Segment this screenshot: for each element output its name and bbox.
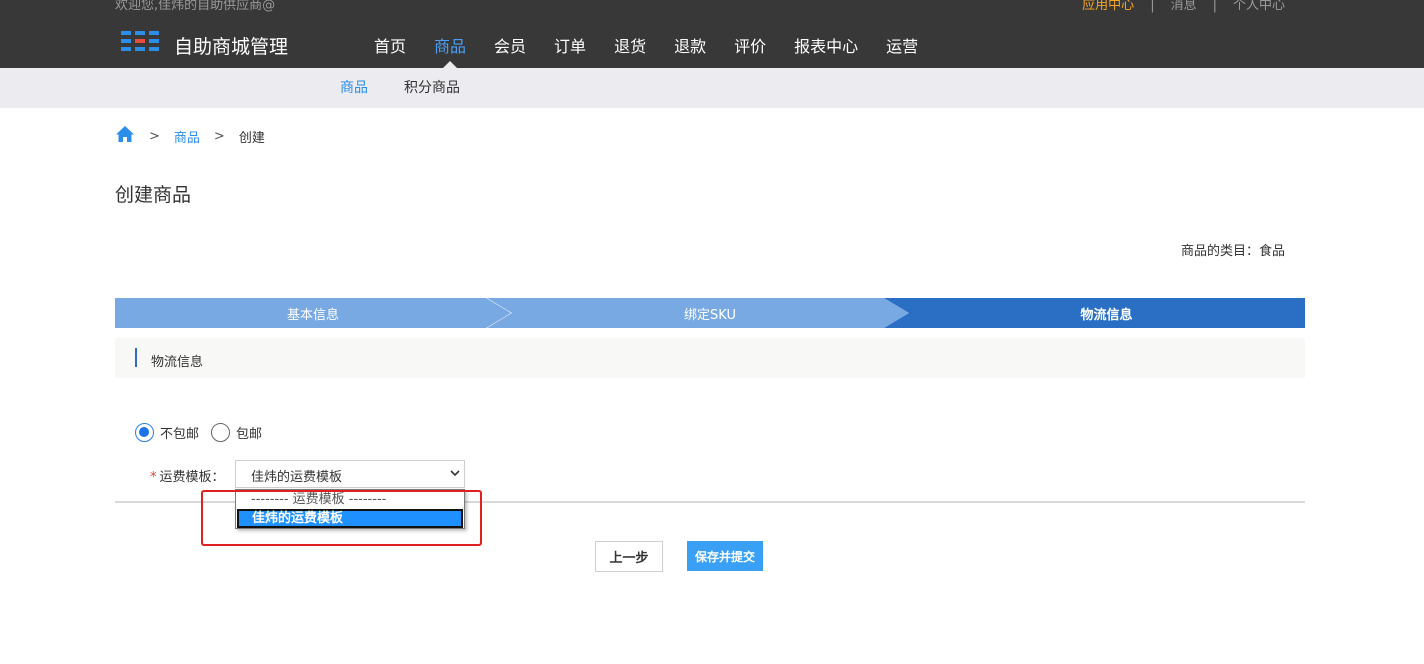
breadcrumb-separator: > — [213, 128, 225, 144]
nav-item-orders[interactable]: 订单 — [540, 36, 600, 58]
highlight-annotation-box — [201, 490, 482, 546]
main-nav: 首页 商品 会员 订单 退货 退款 评价 报表中心 运营 — [360, 36, 932, 68]
freight-template-label: * 运费模板： — [150, 466, 225, 485]
brand-title: 自助商城管理 — [174, 36, 289, 58]
top-link-divider: | — [1150, 0, 1155, 13]
page-title: 创建商品 — [115, 184, 192, 206]
home-icon[interactable] — [115, 125, 135, 147]
nav-item-reports[interactable]: 报表中心 — [780, 36, 872, 58]
top-link-app-center[interactable]: 应用中心 — [1082, 0, 1134, 14]
nav-item-members[interactable]: 会员 — [480, 36, 540, 58]
required-mark: * — [150, 470, 157, 485]
nav-item-operations[interactable]: 运营 — [872, 36, 932, 58]
top-link-profile[interactable]: 个人中心 — [1233, 0, 1285, 14]
top-links: 应用中心 | 消息 | 个人中心 — [1082, 0, 1285, 14]
nav-item-products[interactable]: 商品 — [420, 36, 480, 68]
select-value: 佳炜的运费模板 — [251, 470, 343, 485]
section-title: 物流信息 — [151, 355, 204, 370]
previous-step-button[interactable]: 上一步 — [595, 541, 663, 572]
save-submit-button[interactable]: 保存并提交 — [687, 541, 763, 571]
nav-item-reviews[interactable]: 评价 — [720, 36, 780, 58]
top-header: 欢迎您,佳炜的自助供应商@ 应用中心 | 消息 | 个人中心 自助商城管理 首页… — [0, 0, 1424, 68]
sub-nav-products[interactable]: 商品 — [340, 79, 368, 97]
breadcrumb-separator: > — [149, 128, 160, 144]
section-header: 物流信息 — [115, 338, 1305, 378]
step-label: 绑定SKU — [684, 307, 736, 323]
radio-label-no-free-shipping: 不包邮 — [160, 427, 200, 442]
sub-nav: 商品 积分商品 — [340, 79, 496, 97]
top-link-messages[interactable]: 消息 — [1171, 0, 1197, 14]
sub-nav-points-products[interactable]: 积分商品 — [404, 79, 460, 97]
section-accent-bar — [135, 348, 137, 367]
nav-item-home[interactable]: 首页 — [360, 36, 420, 58]
breadcrumb-current: 创建 — [238, 130, 265, 146]
step-label: 物流信息 — [1080, 307, 1133, 323]
top-link-divider: | — [1212, 0, 1217, 13]
shipping-radio-group: 不包邮 包邮 — [135, 423, 274, 442]
nav-item-refunds[interactable]: 退款 — [660, 36, 720, 58]
step-bind-sku: 绑定SKU — [487, 298, 909, 328]
nav-item-returns[interactable]: 退货 — [600, 36, 660, 58]
step-logistics: 物流信息 — [884, 298, 1305, 328]
category-text: 商品的类目：食品 — [1180, 244, 1285, 259]
welcome-text: 欢迎您,佳炜的自助供应商@ — [115, 0, 276, 13]
radio-label-free-shipping: 包邮 — [236, 427, 263, 442]
sub-nav-bar: 商品 积分商品 — [0, 68, 1424, 108]
radio-no-free-shipping[interactable] — [135, 423, 154, 442]
progress-steps: 基本信息 绑定SKU 物流信息 — [115, 298, 1305, 328]
breadcrumb: > 商品 > 创建 — [115, 125, 265, 147]
freight-template-label-text: 运费模板： — [159, 470, 225, 485]
step-label: 基本信息 — [286, 307, 339, 323]
chevron-down-icon — [450, 470, 460, 477]
freight-template-select[interactable]: 佳炜的运费模板 — [235, 460, 465, 488]
radio-free-shipping[interactable] — [211, 423, 231, 442]
step-basic-info: 基本信息 — [115, 298, 511, 328]
grid-logo-icon — [121, 31, 161, 53]
breadcrumb-link-products[interactable]: 商品 — [174, 127, 200, 146]
